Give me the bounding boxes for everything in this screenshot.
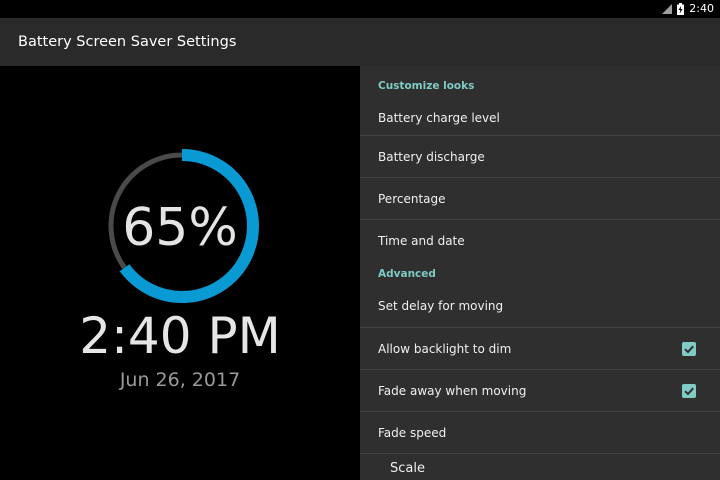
pref-label: Battery charge level: [378, 111, 500, 125]
pref-percentage[interactable]: Percentage: [360, 178, 720, 220]
status-icons: 2:40: [662, 0, 714, 18]
battery-charging-icon: [677, 3, 685, 15]
screensaver-preview: 65% 2:40 PM Jun 26, 2017: [0, 66, 360, 480]
pref-fade-away-when-moving[interactable]: Fade away when moving: [360, 370, 720, 412]
pref-fade-speed[interactable]: Fade speed: [360, 412, 720, 454]
category-advanced: Advanced: [378, 268, 436, 280]
pref-label: Allow backlight to dim: [378, 342, 512, 356]
signal-icon: [662, 4, 673, 14]
pref-allow-backlight-dim[interactable]: Allow backlight to dim: [360, 328, 720, 370]
pref-label: Battery discharge: [378, 150, 485, 164]
app-title: Battery Screen Saver Settings: [18, 34, 237, 50]
pref-battery-discharge[interactable]: Battery discharge: [360, 136, 720, 178]
pref-label: Set delay for moving: [378, 299, 504, 313]
pref-set-delay-for-moving[interactable]: Set delay for moving: [360, 290, 720, 328]
clock-time: 2:40 PM: [79, 307, 281, 365]
checkmark-icon: [684, 345, 694, 354]
pref-label: Percentage: [378, 192, 446, 206]
pref-label: Time and date: [378, 234, 465, 248]
checkmark-icon: [684, 387, 694, 396]
pref-time-and-date[interactable]: Time and date: [360, 220, 720, 262]
pref-label: Scale: [390, 461, 425, 476]
app-bar: Battery Screen Saver Settings: [0, 18, 720, 66]
status-bar: 2:40: [0, 0, 720, 18]
screen: 2:40 Battery Screen Saver Settings 65% 2…: [0, 0, 720, 480]
pref-label: Fade speed: [378, 426, 447, 440]
allow-backlight-dim-checkbox[interactable]: [682, 342, 696, 356]
pref-label: Fade away when moving: [378, 384, 527, 398]
status-time: 2:40: [689, 2, 714, 15]
pref-scale[interactable]: Scale: [360, 454, 720, 480]
clock-date: Jun 26, 2017: [119, 369, 241, 391]
pref-battery-charge-level[interactable]: Battery charge level: [360, 104, 720, 136]
battery-percent: 65%: [122, 198, 238, 258]
fade-away-checkbox[interactable]: [682, 384, 696, 398]
settings-list[interactable]: Customize looks Battery charge level Bat…: [360, 66, 720, 480]
category-customize-looks: Customize looks: [378, 80, 475, 92]
